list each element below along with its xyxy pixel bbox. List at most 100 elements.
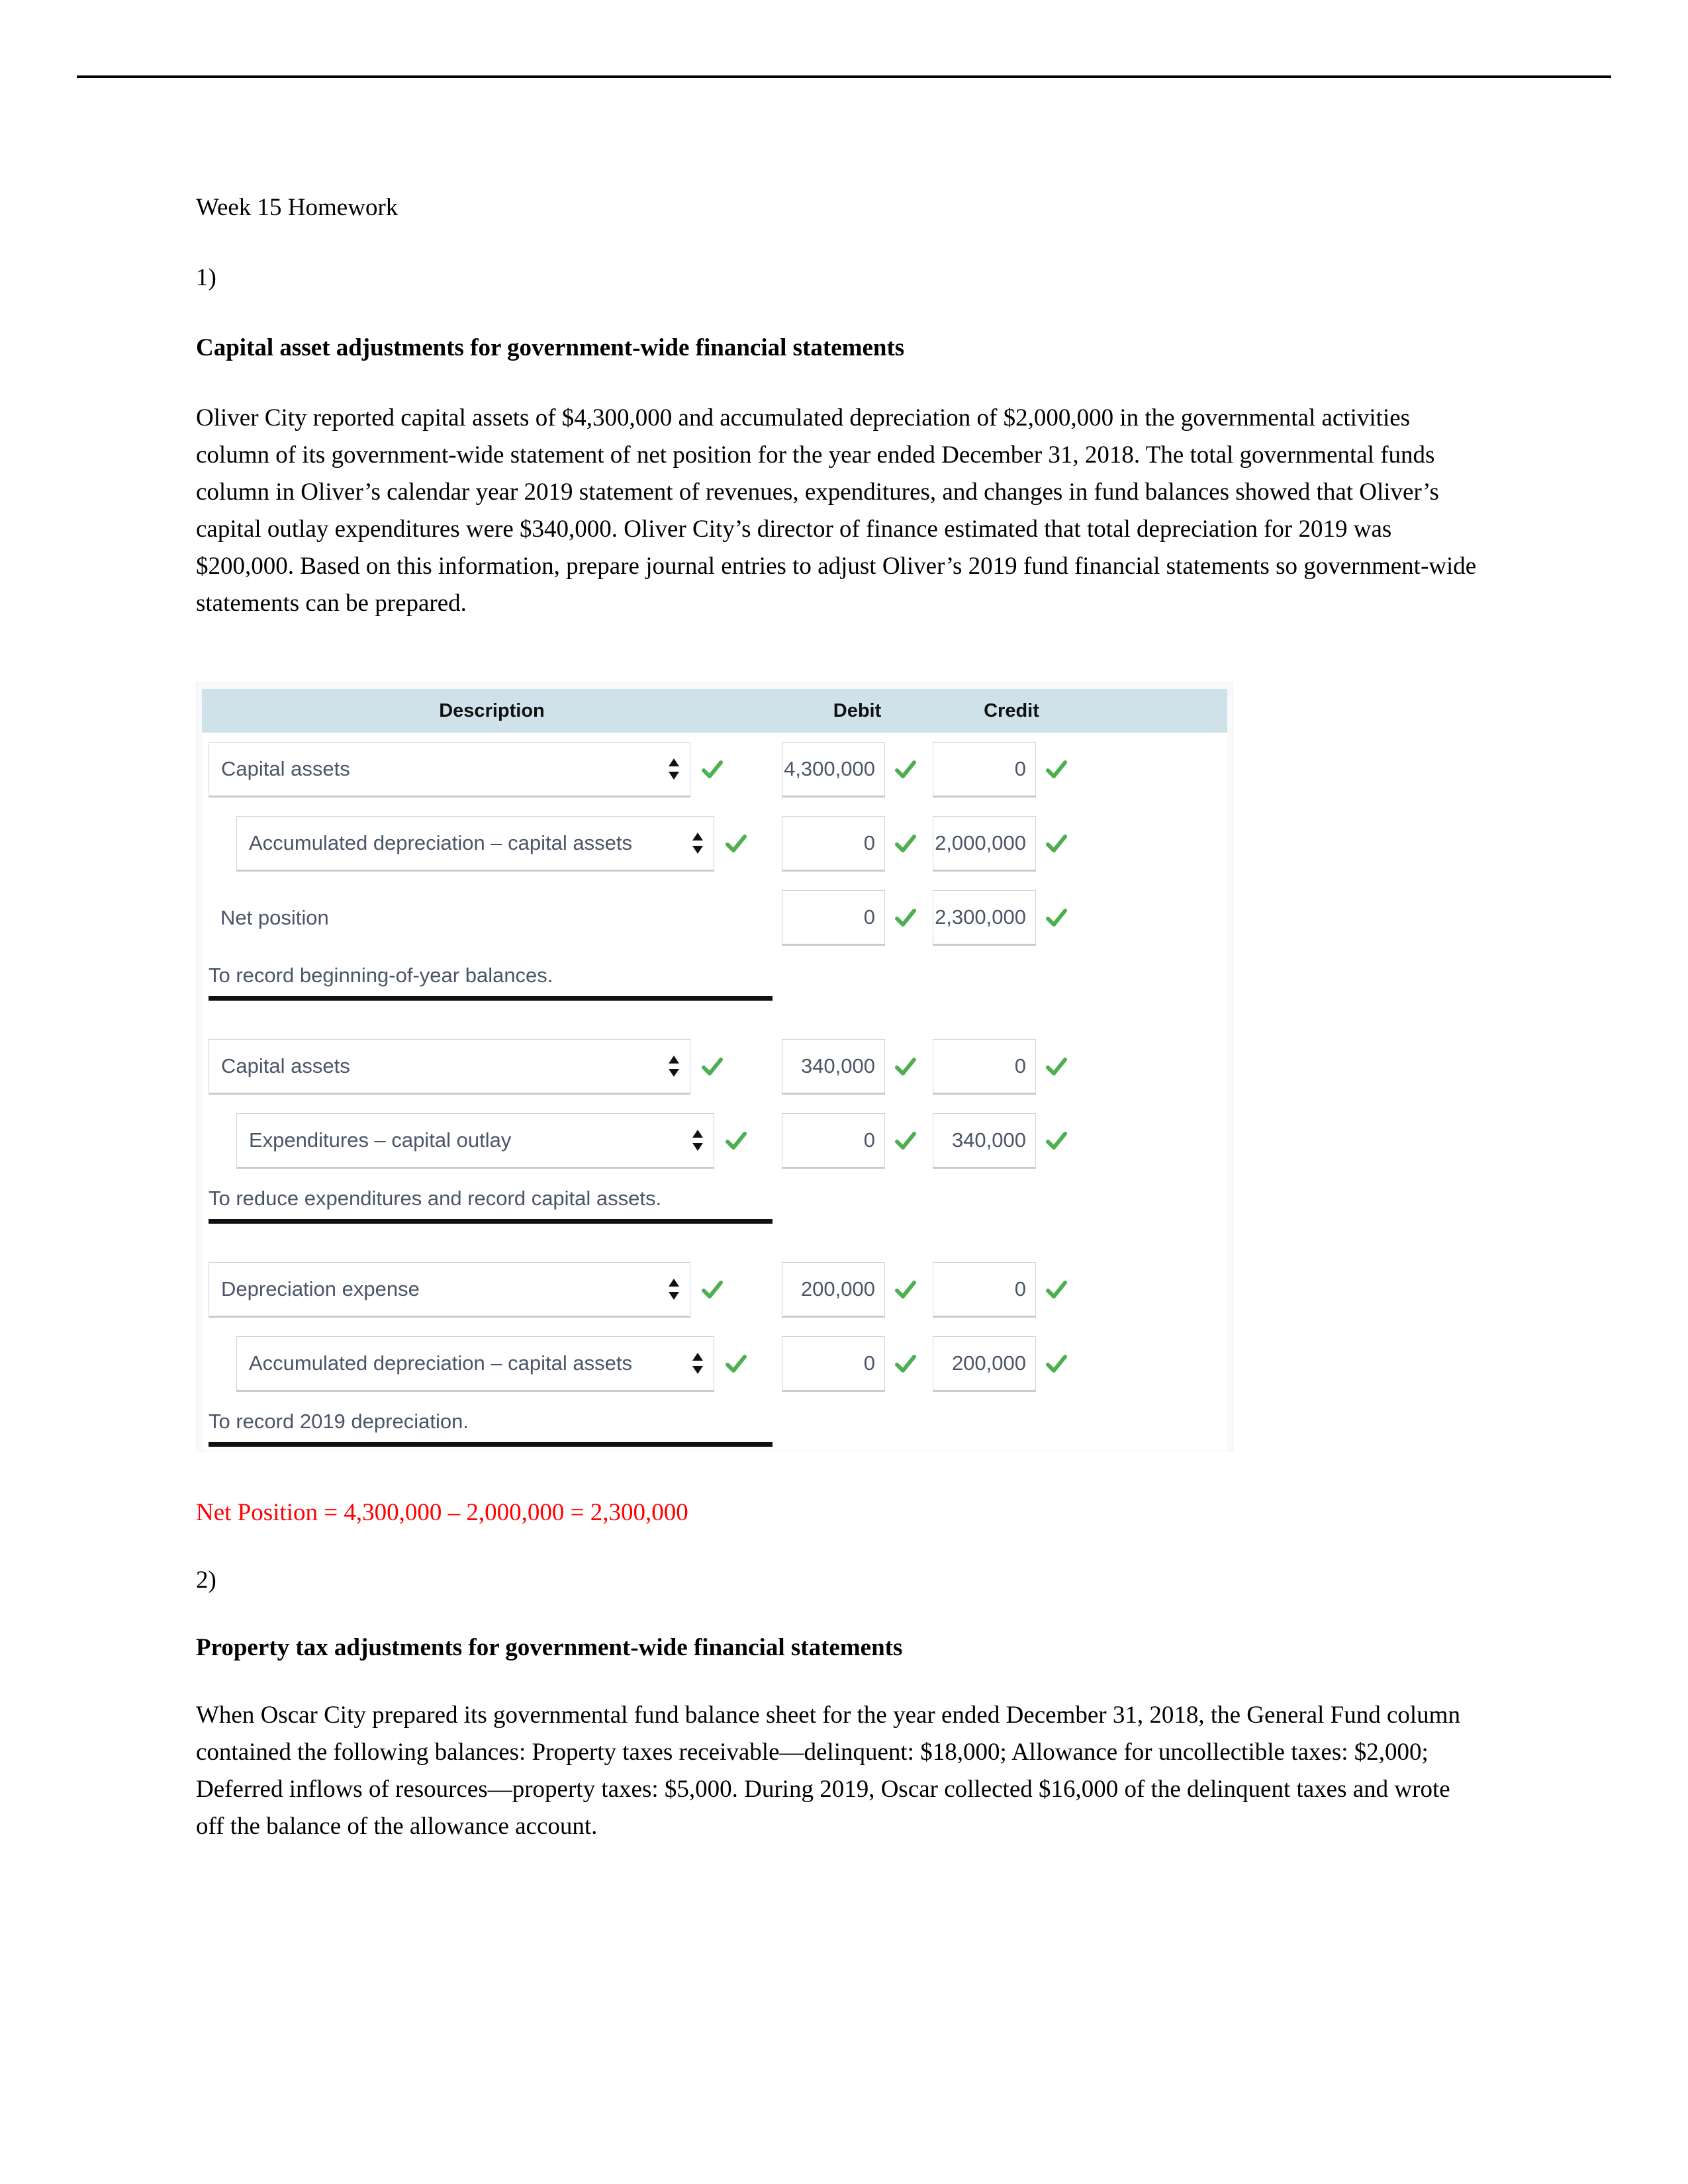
debit-input[interactable]: 4,300,000 — [782, 742, 885, 797]
problem-2-heading: Property tax adjustments for government-… — [196, 1634, 903, 1661]
credit-input[interactable]: 0 — [933, 1262, 1036, 1318]
debit-cell: 0 — [782, 1336, 933, 1392]
journal-table-header-row: Description Debit Credit — [202, 689, 1227, 733]
account-select-value: Accumulated depreciation – capital asset… — [249, 1351, 632, 1375]
valid-check-icon — [894, 1056, 917, 1078]
chevron-updown-icon[interactable] — [667, 1054, 680, 1078]
credit-cell: 200,000 — [933, 1336, 1090, 1392]
credit-input[interactable]: 200,000 — [933, 1336, 1036, 1392]
valid-check-icon — [725, 1130, 747, 1152]
credit-cell: 2,300,000 — [933, 890, 1090, 946]
journal-entry-row: Capital assets 4,300,000 0 — [202, 733, 1227, 807]
debit-input[interactable]: 0 — [782, 890, 885, 946]
valid-check-icon — [725, 833, 747, 855]
valid-check-icon — [1045, 907, 1068, 929]
debit-cell: 0 — [782, 1113, 933, 1169]
credit-input[interactable]: 340,000 — [933, 1113, 1036, 1169]
debit-input[interactable]: 0 — [782, 1336, 885, 1392]
valid-check-icon — [1045, 1353, 1068, 1375]
problem-1-heading: Capital asset adjustments for government… — [196, 334, 905, 361]
credit-cell: 0 — [933, 1262, 1090, 1318]
valid-check-icon — [894, 1353, 917, 1375]
account-static-label: Net position — [220, 906, 329, 929]
description-cell: Expenditures – capital outlay — [202, 1113, 782, 1169]
account-select-value: Capital assets — [221, 757, 350, 780]
document-body: Week 15 Homework 1) Capital asset adjust… — [196, 189, 1480, 622]
credit-cell: 0 — [933, 1039, 1090, 1095]
debit-cell: 0 — [782, 890, 933, 946]
account-select-value: Expenditures – capital outlay — [249, 1128, 512, 1152]
journal-entry-block: Depreciation expense 200,000 0 Accumulat… — [202, 1253, 1227, 1447]
document-body-lower: Net Position = 4,300,000 – 2,000,000 = 2… — [196, 1494, 1480, 1845]
debit-input[interactable]: 200,000 — [782, 1262, 885, 1318]
entry-separator-rule — [209, 996, 773, 1001]
valid-check-icon — [1045, 1056, 1068, 1078]
description-cell: Accumulated depreciation – capital asset… — [202, 1336, 782, 1392]
account-select-value: Capital assets — [221, 1054, 350, 1077]
account-select[interactable]: Expenditures – capital outlay — [236, 1113, 714, 1169]
credit-cell: 2,000,000 — [933, 816, 1090, 872]
problem-2-number: 2) — [196, 1567, 216, 1594]
account-select[interactable]: Accumulated depreciation – capital asset… — [236, 1336, 714, 1392]
debit-cell: 0 — [782, 816, 933, 872]
account-select[interactable]: Accumulated depreciation – capital asset… — [236, 816, 714, 872]
debit-input[interactable]: 340,000 — [782, 1039, 885, 1095]
debit-cell: 200,000 — [782, 1262, 933, 1318]
credit-cell: 340,000 — [933, 1113, 1090, 1169]
valid-check-icon — [1045, 1279, 1068, 1301]
credit-input[interactable]: 0 — [933, 742, 1036, 797]
chevron-updown-icon[interactable] — [691, 1351, 704, 1375]
account-select[interactable]: Depreciation expense — [209, 1262, 690, 1318]
entry-separator-rule — [209, 1442, 773, 1447]
valid-check-icon — [701, 758, 724, 781]
page-title: Week 15 Homework — [196, 194, 399, 221]
chevron-updown-icon[interactable] — [691, 1128, 704, 1152]
entry-separator-rule — [209, 1219, 773, 1224]
valid-check-icon — [894, 907, 917, 929]
chevron-updown-icon[interactable] — [691, 831, 704, 855]
debit-cell: 4,300,000 — [782, 742, 933, 797]
valid-check-icon — [725, 1353, 747, 1375]
account-select-value: Accumulated depreciation – capital asset… — [249, 831, 632, 854]
debit-input[interactable]: 0 — [782, 816, 885, 872]
description-cell: Depreciation expense — [202, 1262, 782, 1318]
journal-table-body: Capital assets 4,300,000 0 Accumulated d… — [202, 733, 1227, 1451]
description-cell: Capital assets — [202, 1039, 782, 1095]
description-cell: Capital assets — [202, 742, 782, 797]
journal-entry-row: Accumulated depreciation – capital asset… — [202, 807, 1227, 881]
journal-entry-row: Depreciation expense 200,000 0 — [202, 1253, 1227, 1327]
journal-entry-block: Capital assets 340,000 0 Expenditures – … — [202, 1030, 1227, 1253]
valid-check-icon — [1045, 1130, 1068, 1152]
journal-entry-row: Expenditures – capital outlay 0 340,000 — [202, 1104, 1227, 1178]
credit-input[interactable]: 2,300,000 — [933, 890, 1036, 946]
valid-check-icon — [894, 1130, 917, 1152]
account-select[interactable]: Capital assets — [209, 1039, 690, 1095]
problem-1-number: 1) — [196, 264, 216, 291]
account-select[interactable]: Capital assets — [209, 742, 690, 797]
problem-1-body: Oliver City reported capital assets of $… — [196, 404, 1477, 617]
account-select-value: Depreciation expense — [221, 1277, 420, 1300]
credit-input[interactable]: 2,000,000 — [933, 816, 1036, 872]
answer-note: Net Position = 4,300,000 – 2,000,000 = 2… — [196, 1499, 688, 1526]
valid-check-icon — [701, 1056, 724, 1078]
credit-input[interactable]: 0 — [933, 1039, 1036, 1095]
debit-cell: 340,000 — [782, 1039, 933, 1095]
debit-input[interactable]: 0 — [782, 1113, 885, 1169]
entry-memo: To record 2019 depreciation. — [209, 1410, 469, 1433]
problem-2-body: When Oscar City prepared its governmenta… — [196, 1702, 1460, 1840]
journal-entry-table: Description Debit Credit Capital assets — [196, 682, 1233, 1451]
chevron-updown-icon[interactable] — [667, 1277, 680, 1301]
journal-entry-row: Net position 0 2,300,000 — [202, 881, 1227, 955]
valid-check-icon — [1045, 833, 1068, 855]
journal-entry-row: Capital assets 340,000 0 — [202, 1030, 1227, 1104]
chevron-updown-icon[interactable] — [667, 757, 680, 781]
valid-check-icon — [894, 833, 917, 855]
column-header-description: Description — [439, 700, 545, 721]
journal-entry-block: Capital assets 4,300,000 0 Accumulated d… — [202, 733, 1227, 1030]
entry-memo: To reduce expenditures and record capita… — [209, 1187, 662, 1210]
journal-entry-row: Accumulated depreciation – capital asset… — [202, 1327, 1227, 1401]
page-header-rule — [77, 75, 1611, 78]
column-header-debit: Debit — [833, 700, 882, 721]
valid-check-icon — [701, 1279, 724, 1301]
column-header-credit: Credit — [984, 700, 1039, 721]
